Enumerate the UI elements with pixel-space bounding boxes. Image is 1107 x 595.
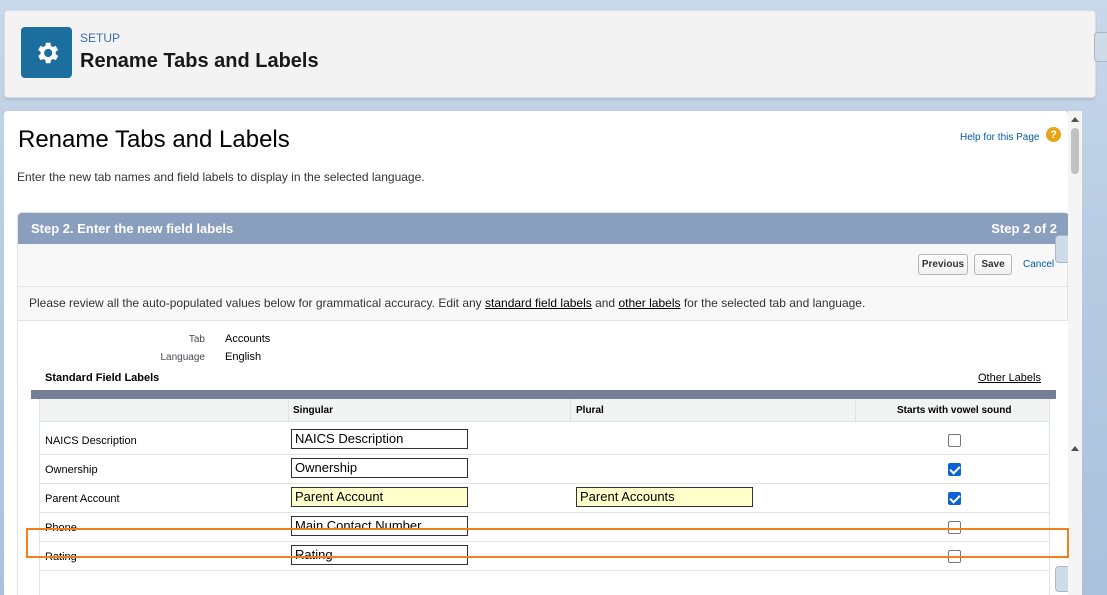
- save-button[interactable]: Save: [974, 254, 1012, 275]
- language-label: Language: [160, 352, 206, 363]
- table-row: NAICS Description NAICS Description: [40, 426, 1049, 455]
- singular-input[interactable]: Parent Account: [291, 487, 468, 507]
- review-prefix: Please review all the auto-populated val…: [29, 296, 486, 310]
- section-bar: [31, 390, 1056, 399]
- side-panel-tab[interactable]: [1094, 32, 1107, 62]
- help-link[interactable]: Help for this Page: [960, 132, 1040, 143]
- tab-label: Tab: [188, 334, 205, 345]
- page-description: Enter the new tab names and field labels…: [17, 170, 425, 184]
- other-labels-link[interactable]: Other Labels: [978, 372, 1041, 384]
- side-panel-tab[interactable]: [1055, 566, 1068, 592]
- language-value: English: [225, 351, 262, 363]
- header-title: Rename Tabs and Labels: [80, 50, 319, 72]
- column-header-vowel: Starts with vowel sound: [897, 405, 1012, 416]
- section-title: Standard Field Labels: [45, 372, 160, 384]
- review-suffix: for the selected tab and language.: [680, 296, 866, 310]
- plural-input[interactable]: Parent Accounts: [576, 487, 753, 507]
- step-count: Step 2 of 2: [991, 221, 1057, 236]
- field-name: Parent Account: [45, 493, 120, 505]
- page-scrollbar[interactable]: [1068, 111, 1082, 595]
- singular-input[interactable]: Ownership: [291, 458, 468, 478]
- vowel-checkbox[interactable]: [948, 492, 961, 505]
- singular-input[interactable]: NAICS Description: [291, 429, 468, 449]
- previous-button[interactable]: Previous: [918, 254, 968, 275]
- table-row: Ownership Ownership: [40, 455, 1049, 484]
- scroll-up-icon[interactable]: [1071, 446, 1079, 451]
- tab-value: Accounts: [225, 333, 271, 345]
- column-separator: [288, 399, 289, 422]
- review-instructions: Please review all the auto-populated val…: [29, 296, 865, 310]
- table-row: Parent Account Parent Account Parent Acc…: [40, 484, 1049, 513]
- other-labels-inline-link[interactable]: other labels: [618, 296, 680, 310]
- field-labels-table: Singular Plural Starts with vowel sound …: [39, 399, 1050, 595]
- scroll-up-icon[interactable]: [1071, 117, 1079, 122]
- table-header: Singular Plural Starts with vowel sound: [40, 399, 1049, 422]
- setup-header: SETUP Rename Tabs and Labels: [4, 10, 1096, 98]
- highlight-box: [26, 528, 1069, 558]
- help-icon[interactable]: ?: [1046, 127, 1061, 142]
- column-separator: [570, 399, 571, 422]
- step-title: Step 2. Enter the new field labels: [31, 221, 234, 236]
- column-header-singular: Singular: [293, 405, 334, 416]
- gear-icon: [21, 27, 72, 78]
- scroll-thumb[interactable]: [1071, 128, 1079, 174]
- cancel-link[interactable]: Cancel: [1023, 259, 1054, 270]
- column-separator: [855, 399, 856, 422]
- standard-field-labels-link[interactable]: standard field labels: [485, 296, 592, 310]
- column-header-plural: Plural: [576, 405, 604, 416]
- field-name: NAICS Description: [45, 435, 137, 447]
- divider: [18, 286, 1069, 287]
- step-header: Step 2. Enter the new field labels Step …: [18, 213, 1069, 244]
- page-title: Rename Tabs and Labels: [18, 126, 290, 153]
- review-middle: and: [591, 296, 619, 310]
- field-name: Ownership: [45, 464, 98, 476]
- header-eyebrow: SETUP: [80, 31, 121, 45]
- vowel-checkbox[interactable]: [948, 463, 961, 476]
- content-card: Rename Tabs and Labels Help for this Pag…: [4, 111, 1069, 595]
- vowel-checkbox[interactable]: [948, 434, 961, 447]
- side-panel-tab[interactable]: [1055, 235, 1068, 263]
